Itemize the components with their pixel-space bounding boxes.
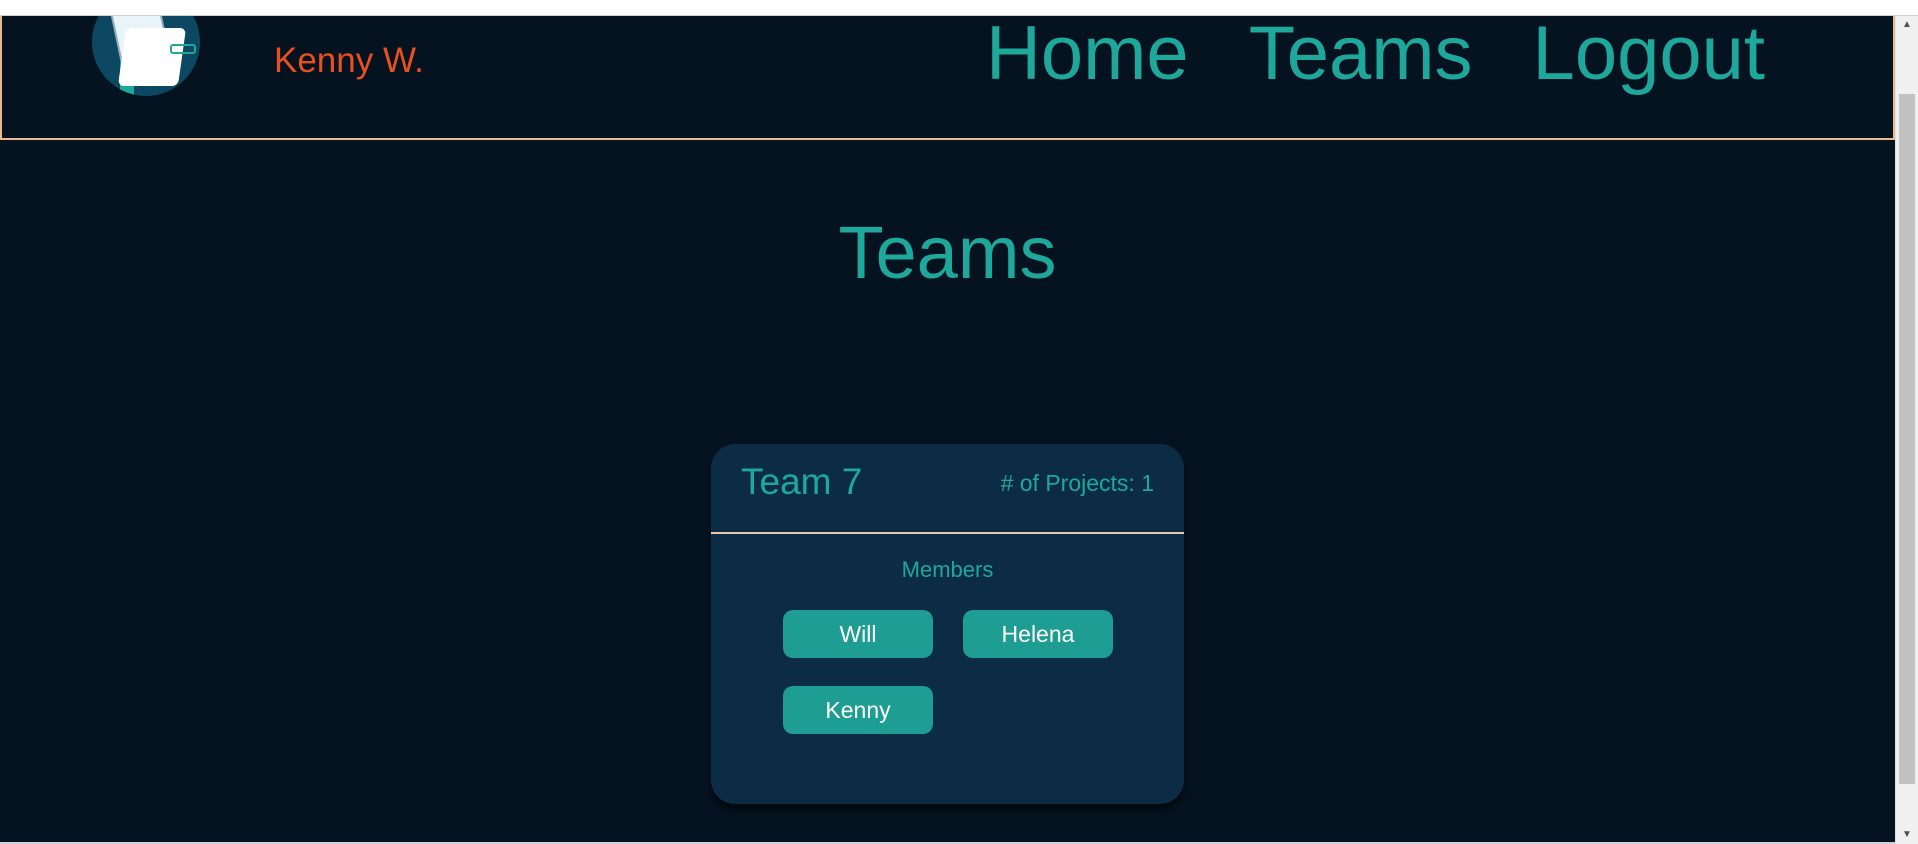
nav-logout-link[interactable]: Logout [1533,16,1765,92]
team-card-header: Team 7 # of Projects: 1 [711,444,1184,534]
nav-home-link[interactable]: Home [986,16,1189,92]
scrollbar-thumb[interactable] [1899,94,1915,784]
scroll-down-arrow-icon[interactable]: ▼ [1896,826,1918,844]
projects-count: # of Projects: 1 [1000,470,1154,496]
nav-teams-link[interactable]: Teams [1249,16,1473,92]
browser-top-edge [0,0,1918,16]
team-card[interactable]: Team 7 # of Projects: 1 Members Will Hel… [711,444,1184,804]
members-label: Members [901,557,994,582]
logo-folder-tab [170,44,196,54]
user-name: Kenny W. [274,41,424,80]
members-list: Will Helena Kenny [783,610,1123,734]
member-button-kenny[interactable]: Kenny [783,686,933,734]
member-button-will[interactable]: Will [783,610,933,658]
navbar: Kenny W. Home Teams Logout [0,0,1895,140]
page-title: Teams [838,211,1057,294]
member-button-helena[interactable]: Helena [963,610,1113,658]
logo-folder [117,28,187,86]
vertical-scrollbar[interactable]: ▲ ▼ [1895,16,1918,844]
page-viewport: Kenny W. Home Teams Logout Teams Team 7 … [0,0,1895,844]
scroll-up-arrow-icon[interactable]: ▲ [1896,16,1918,34]
team-name: Team 7 [741,461,863,502]
main-nav: Home Teams Logout [986,16,1765,92]
